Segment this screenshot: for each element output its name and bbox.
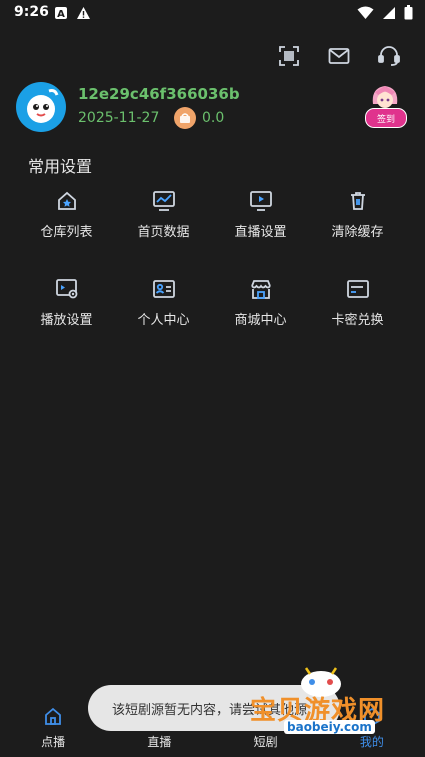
status-bar: 9:26 A (0, 0, 425, 26)
tv-play-icon (248, 188, 274, 214)
grid-label: 商城中心 (234, 313, 287, 328)
grid-label: 仓库列表 (40, 225, 93, 240)
card-icon (345, 276, 371, 302)
trash-icon (345, 188, 371, 214)
coin-value: 0.0 (202, 110, 225, 126)
wifi-icon (357, 5, 374, 24)
watermark: 宝贝游戏网 baobeiy.com (250, 660, 400, 740)
a-box-icon: A (54, 5, 68, 24)
battery-icon (404, 5, 413, 24)
avatar[interactable] (16, 82, 66, 132)
grid-label: 直播设置 (234, 225, 287, 240)
grid-label: 卡密兑换 (331, 313, 384, 328)
profile-header: 12e29c46f366036b 2025-11-27 0.0 签到 (16, 82, 411, 134)
id-card-icon (151, 276, 177, 302)
grid-item-live-settings[interactable]: 直播设置 (212, 188, 309, 240)
player-settings-icon (54, 276, 80, 302)
coin-icon (174, 107, 196, 129)
signal-icon (382, 5, 396, 24)
top-actions (277, 44, 401, 68)
grid-item-playback-settings[interactable]: 播放设置 (18, 276, 115, 328)
svg-text:A: A (57, 9, 65, 20)
warning-icon (76, 5, 91, 24)
grid-label: 个人中心 (137, 313, 190, 328)
house-icon (54, 188, 80, 214)
headset-icon[interactable] (377, 44, 401, 68)
mail-icon[interactable] (327, 44, 351, 68)
grid-label: 播放设置 (40, 313, 93, 328)
signin-badge[interactable]: 签到 (365, 82, 407, 128)
settings-grid: 仓库列表 首页数据 直播设置 清除缓存 播放设置 个人中心 商城中心 卡密兑换 (18, 188, 408, 328)
home-icon (42, 706, 64, 728)
nav-label: 直播 (147, 735, 172, 749)
grid-label: 清除缓存 (331, 225, 384, 240)
section-title: 常用设置 (28, 157, 93, 176)
grid-item-home-data[interactable]: 首页数据 (115, 188, 212, 240)
nav-label: 点播 (41, 735, 66, 749)
grid-item-warehouse-list[interactable]: 仓库列表 (18, 188, 115, 240)
user-date: 2025-11-27 (78, 110, 160, 126)
grid-label: 首页数据 (137, 225, 190, 240)
status-time: 9:26 (14, 4, 49, 20)
signin-label: 签到 (365, 108, 407, 128)
grid-item-mall-center[interactable]: 商城中心 (212, 276, 309, 328)
user-id: 12e29c46f366036b (78, 85, 240, 103)
grid-item-card-redeem[interactable]: 卡密兑换 (309, 276, 406, 328)
store-icon (248, 276, 274, 302)
scan-icon[interactable] (277, 44, 301, 68)
grid-item-personal-center[interactable]: 个人中心 (115, 276, 212, 328)
grid-item-clear-cache[interactable]: 清除缓存 (309, 188, 406, 240)
watermark-url: baobeiy.com (284, 720, 375, 734)
chart-monitor-icon (151, 188, 177, 214)
